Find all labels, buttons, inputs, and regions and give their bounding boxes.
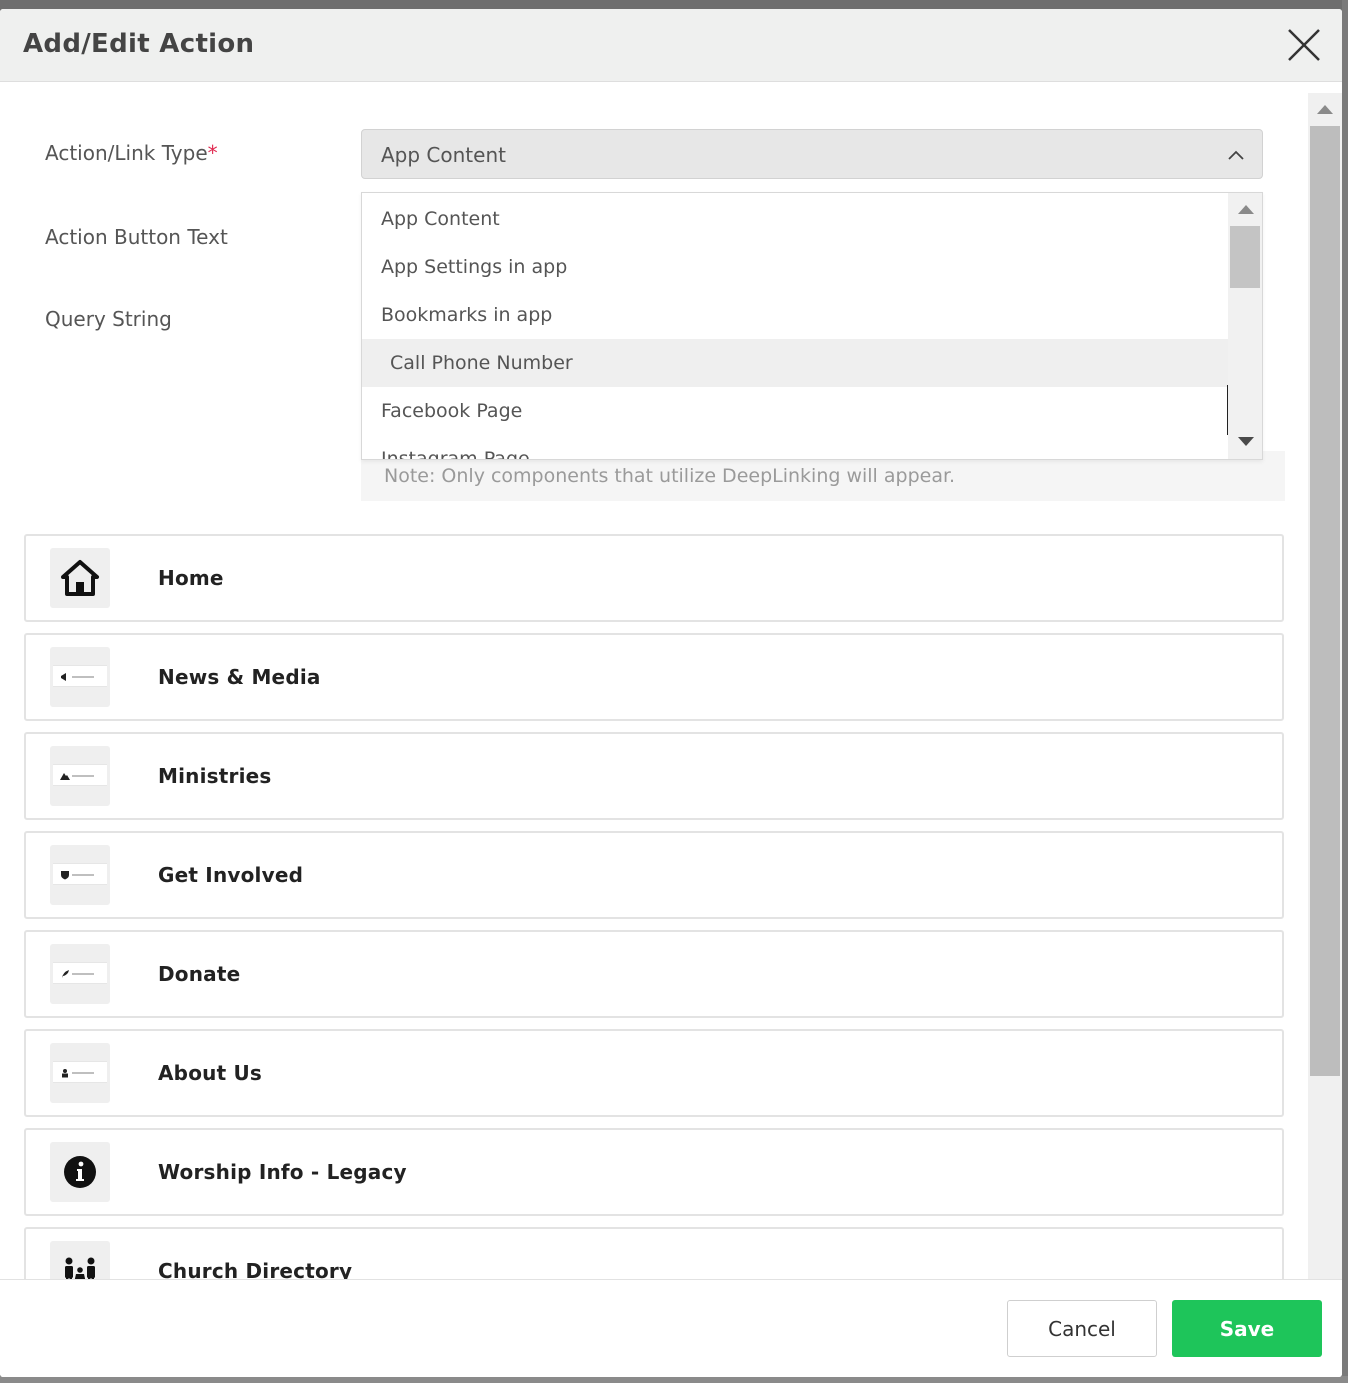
backdrop-strip (0, 1376, 1348, 1383)
modal-body: Action/Link Type* Action Button Text Que… (0, 83, 1342, 1279)
mini-banner (53, 962, 107, 984)
row-thumbnail (50, 1241, 110, 1279)
list-item[interactable]: Home (24, 534, 1284, 622)
info-icon (64, 1156, 96, 1188)
person-icon (62, 1069, 68, 1078)
row-thumbnail (50, 1142, 110, 1202)
megaphone-icon (61, 673, 66, 681)
scroll-up-arrow-icon[interactable] (1238, 205, 1254, 214)
home-icon (61, 560, 99, 596)
row-label: News & Media (158, 665, 321, 689)
cancel-button[interactable]: Cancel (1007, 1300, 1157, 1357)
row-thumbnail (50, 845, 110, 905)
save-button[interactable]: Save (1172, 1300, 1322, 1357)
mini-banner (53, 1061, 107, 1083)
option-bookmarks[interactable]: Bookmarks in app (362, 291, 1228, 339)
close-x-icon (1288, 29, 1320, 61)
action-link-type-select[interactable]: App Content (361, 129, 1263, 179)
mini-text-line (72, 775, 94, 777)
list-item[interactable]: Church Directory (24, 1227, 1284, 1279)
mini-banner (53, 665, 107, 687)
mini-banner (53, 764, 107, 786)
modal-footer: Cancel Save (0, 1279, 1342, 1377)
mini-text-line (72, 874, 94, 876)
row-label: Get Involved (158, 863, 304, 887)
heart-shield-icon (61, 871, 69, 880)
add-edit-action-modal: Add/Edit Action Action/Link Type* Action… (0, 9, 1342, 1377)
scroll-down-arrow-icon[interactable] (1238, 437, 1254, 446)
note-text: Note: Only components that utilize DeepL… (384, 465, 956, 487)
option-call-phone-number[interactable]: Call Phone Number (362, 339, 1228, 387)
row-thumbnail (50, 944, 110, 1004)
modal-header: Add/Edit Action (0, 9, 1342, 82)
list-item[interactable]: News & Media (24, 633, 1284, 721)
option-instagram-page[interactable]: Instagram Page (362, 435, 1228, 459)
row-thumbnail (50, 1043, 110, 1103)
row-thumbnail (50, 647, 110, 707)
row-label: Church Directory (158, 1259, 353, 1279)
feather-icon (62, 970, 69, 978)
list-item[interactable]: Worship Info - Legacy (24, 1128, 1284, 1216)
required-marker: * (207, 141, 218, 165)
modal-title: Add/Edit Action (23, 29, 255, 59)
option-facebook-page[interactable]: Facebook Page (362, 387, 1228, 435)
selected-type-value: App Content (381, 143, 506, 167)
chevron-up-icon (1228, 150, 1244, 160)
mini-text-line (72, 973, 94, 975)
row-thumbnail (50, 746, 110, 806)
dropdown-scroll-thumb[interactable] (1230, 226, 1260, 288)
option-app-content[interactable]: App Content (362, 195, 1228, 243)
mountain-icon (60, 773, 70, 780)
row-label: Worship Info - Legacy (158, 1160, 407, 1184)
mini-text-line (72, 676, 94, 678)
row-thumbnail (50, 548, 110, 608)
modal-scroll-thumb[interactable] (1310, 126, 1340, 1076)
list-item[interactable]: Get Involved (24, 831, 1284, 919)
row-label: Ministries (158, 764, 272, 788)
mini-text-line (72, 1072, 94, 1074)
modal-scrollbar[interactable] (1308, 93, 1342, 1279)
action-type-dropdown[interactable]: App Content App Settings in app Bookmark… (361, 192, 1263, 460)
action-button-text-label: Action Button Text (45, 225, 228, 249)
option-app-settings[interactable]: App Settings in app (362, 243, 1228, 291)
list-item[interactable]: About Us (24, 1029, 1284, 1117)
row-label: About Us (158, 1061, 263, 1085)
family-icon (65, 1257, 95, 1279)
backdrop-gutter (1342, 0, 1348, 1383)
action-link-type-label-text: Action/Link Type (45, 141, 208, 165)
close-button[interactable] (1284, 25, 1324, 65)
action-link-type-label: Action/Link Type* (45, 141, 218, 165)
mini-banner (53, 863, 107, 885)
query-string-label: Query String (45, 307, 172, 331)
scroll-up-arrow-icon[interactable] (1317, 105, 1333, 114)
list-item[interactable]: Ministries (24, 732, 1284, 820)
row-label: Donate (158, 962, 241, 986)
list-item[interactable]: Donate (24, 930, 1284, 1018)
row-label: Home (158, 566, 224, 590)
dropdown-scrollbar[interactable] (1228, 193, 1262, 459)
